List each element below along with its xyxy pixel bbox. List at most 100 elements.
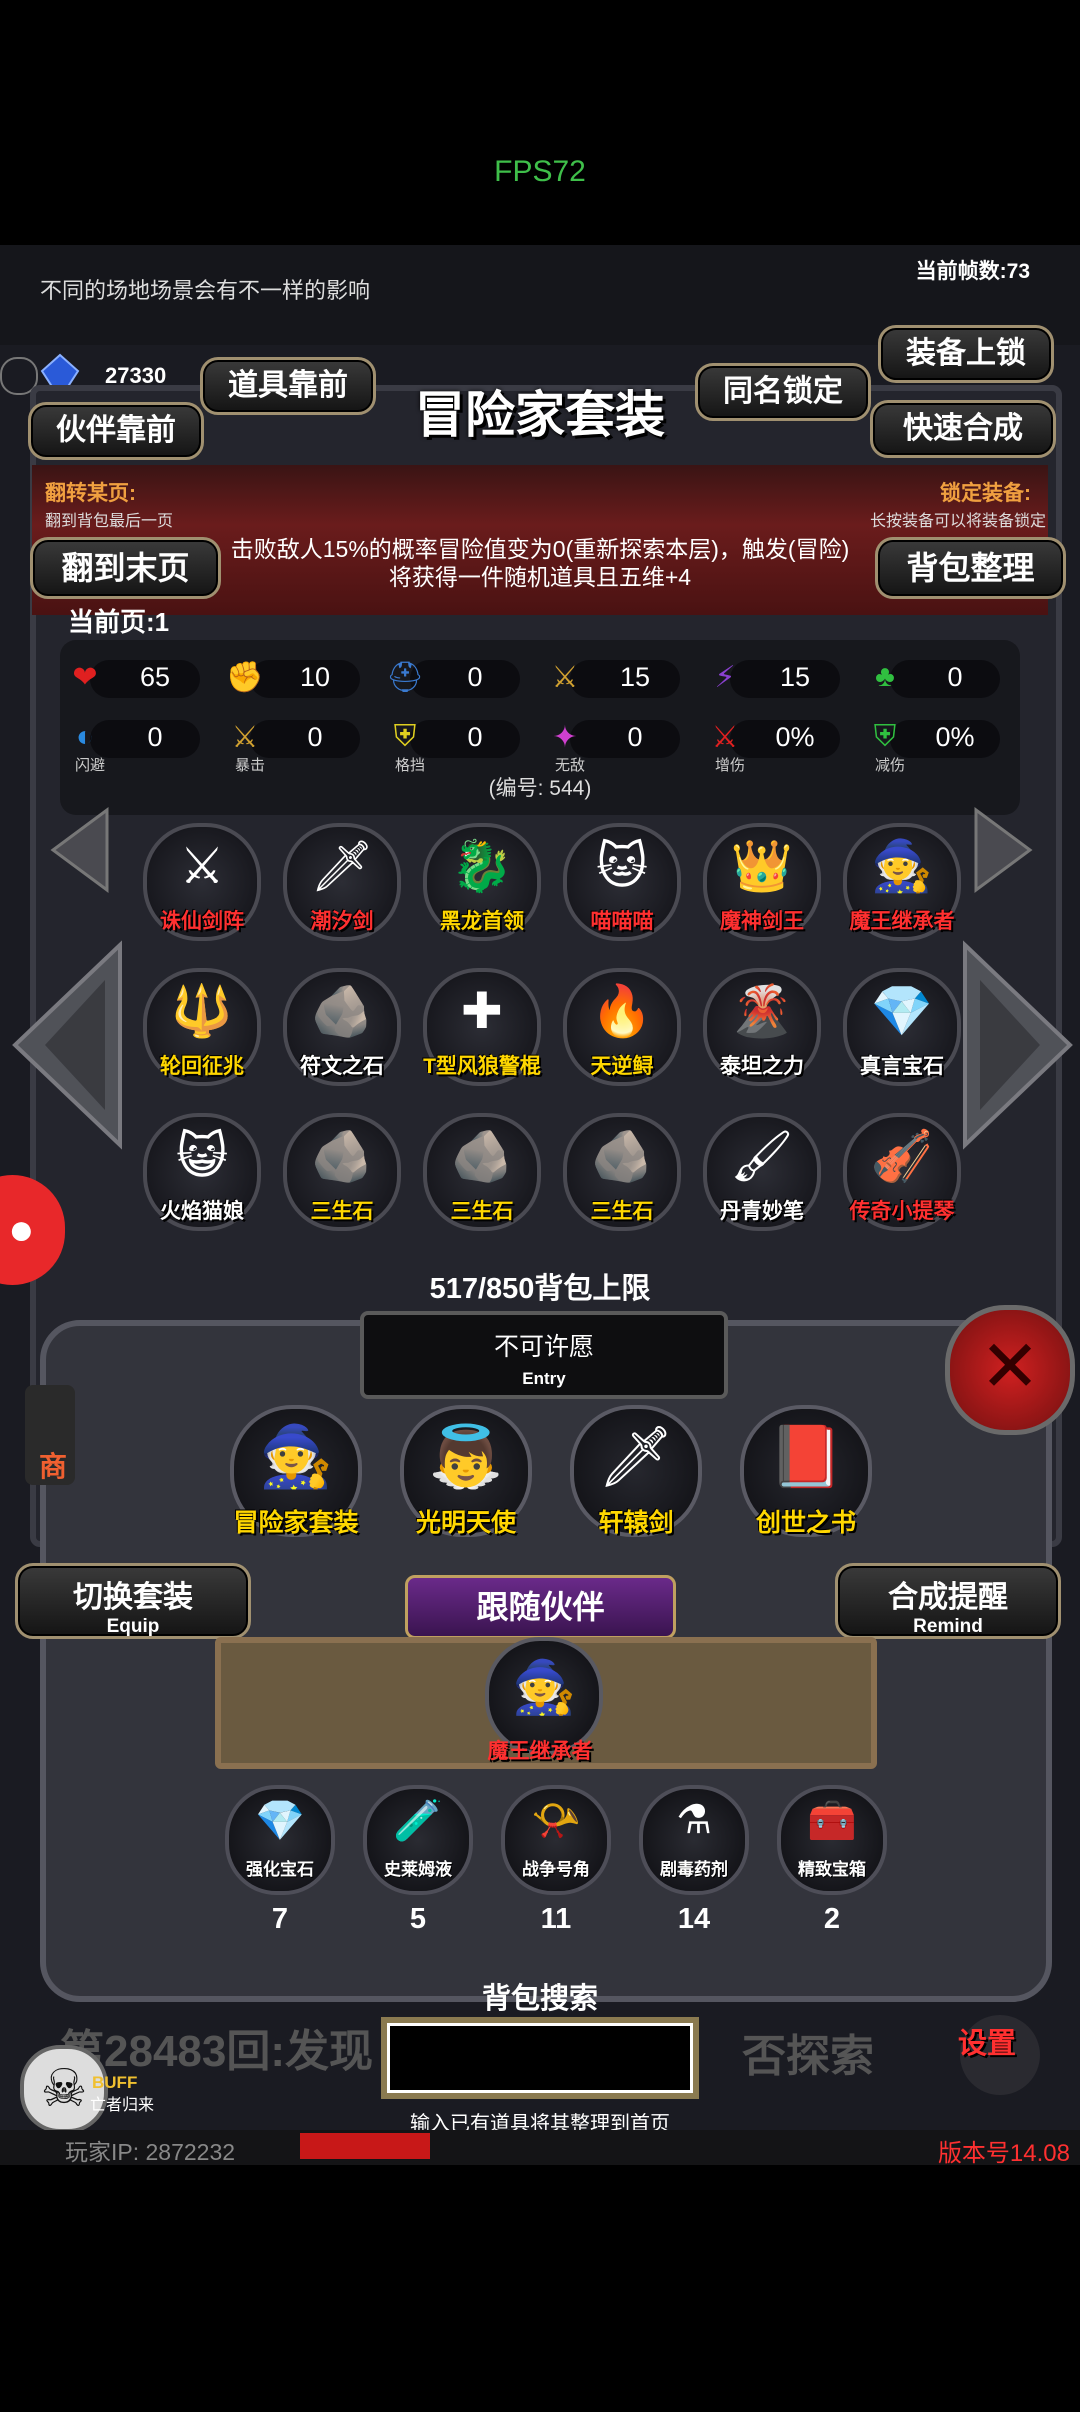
stat-damage-up: ⚔ 0% 增伤 xyxy=(700,712,840,774)
item-icon: ✚ xyxy=(461,983,503,1039)
items-front-button[interactable]: 道具靠前 xyxy=(200,357,376,415)
stat-value: 0 xyxy=(467,722,483,752)
bag-item[interactable]: 🔥 天逆鲟 xyxy=(563,968,681,1086)
item-name: 火焰猫娘 xyxy=(160,1200,244,1223)
lock-equip-hint: 长按装备可以将装备锁定 xyxy=(870,513,1047,530)
stat-value: 15 xyxy=(779,662,811,692)
switch-set-en: Equip xyxy=(106,1616,160,1637)
item-icon: 🎻 xyxy=(870,1128,934,1184)
stat-crit: ⚔ 0 暴击 xyxy=(220,712,360,774)
consumable-name: 战争号角 xyxy=(522,1860,590,1879)
fps-counter: FPS72 xyxy=(494,155,586,188)
equipped-name: 光明天使 xyxy=(415,1509,516,1537)
flip-page-label: 翻转某页: xyxy=(45,482,136,505)
bag-sort-button[interactable]: 背包整理 xyxy=(875,537,1066,599)
wish-text: 不可许愿 xyxy=(493,1333,594,1361)
frame-count: 当前帧数:73 xyxy=(915,260,1030,283)
page-prev-small[interactable] xyxy=(45,805,115,900)
bag-item[interactable]: 🪨 三生石 xyxy=(283,1113,401,1231)
partner-icon: 🧙 xyxy=(511,1659,577,1717)
stat-strength: ✊ 10 xyxy=(220,652,360,702)
stat-sword: ⚔ 15 xyxy=(540,652,680,702)
equipped-icon: 📕 xyxy=(768,1423,844,1490)
consumable-item[interactable]: 🧪 史莱姆液 5 xyxy=(363,1785,473,1935)
equipped-icon: 🗡 xyxy=(597,1423,675,1490)
lock-equip-label: 锁定装备: xyxy=(940,482,1031,505)
bag-item[interactable]: 💎 真言宝石 xyxy=(843,968,961,1086)
page-next-arrow[interactable] xyxy=(960,940,1075,1155)
equipped-item[interactable]: 📕 创世之书 xyxy=(740,1405,872,1537)
bag-item[interactable]: 👑 魔神剑王 xyxy=(703,823,821,941)
shop-side-tab[interactable]: 商 xyxy=(25,1385,75,1485)
bag-item[interactable]: 🪨 三生石 xyxy=(423,1113,541,1231)
search-input[interactable] xyxy=(387,2023,693,2093)
synth-remind-en: Remind xyxy=(913,1616,983,1637)
bag-item[interactable]: 🐱 喵喵喵 xyxy=(563,823,681,941)
equipped-item[interactable]: 🧙 冒险家套装 xyxy=(230,1405,362,1537)
bag-item[interactable]: 🗡 潮汐剑 xyxy=(283,823,401,941)
item-name: 真言宝石 xyxy=(860,1055,944,1078)
bag-item[interactable]: 🪨 三生石 xyxy=(563,1113,681,1231)
item-icon: ⚔ xyxy=(179,838,225,894)
bag-item[interactable]: 🎻 传奇小提琴 xyxy=(843,1113,961,1231)
consumable-item[interactable]: 💎 强化宝石 7 xyxy=(225,1785,335,1935)
consumable-icon: ⚗ xyxy=(676,1798,712,1842)
equipped-item[interactable]: 👼 光明天使 xyxy=(400,1405,532,1537)
consumable-name: 强化宝石 xyxy=(246,1860,314,1879)
item-name: 天逆鲟 xyxy=(590,1055,654,1078)
stat-invincible: ✦ 0 无敌 xyxy=(540,712,680,774)
item-name: 符文之石 xyxy=(300,1055,384,1078)
flip-page-hint: 翻到背包最后一页 xyxy=(45,513,174,530)
consumable-item[interactable]: 🧰 精致宝箱 2 xyxy=(777,1785,887,1935)
bag-item[interactable]: ⚔ 诛仙剑阵 xyxy=(143,823,261,941)
equipped-name: 冒险家套装 xyxy=(233,1509,359,1537)
close-button[interactable]: ✕ xyxy=(945,1305,1075,1435)
equip-lock-button[interactable]: 装备上锁 xyxy=(878,325,1054,383)
quick-synth-button[interactable]: 快速合成 xyxy=(870,400,1056,458)
bag-item[interactable]: 🔱 轮回征兆 xyxy=(143,968,261,1086)
strength-icon: ✊ xyxy=(226,660,264,694)
sword-icon: ⚔ xyxy=(551,660,579,694)
stat-clover: ♣ 0 xyxy=(860,652,1000,702)
item-icon: 🔥 xyxy=(590,983,654,1039)
item-icon: 🐱 xyxy=(595,838,649,894)
equipped-icon: 🧙 xyxy=(258,1423,334,1490)
equipped-item[interactable]: 🗡 轩辕剑 xyxy=(570,1405,702,1537)
shop-label: 商 xyxy=(39,1451,68,1482)
stat-value: 0% xyxy=(775,722,815,752)
bag-item[interactable]: ✚ T型风狼警棍 xyxy=(423,968,541,1086)
settings-label[interactable]: 设置 xyxy=(958,2020,1016,2062)
item-icon: 👑 xyxy=(730,838,794,894)
bag-item[interactable]: 🪨 符文之石 xyxy=(283,968,401,1086)
consumable-item[interactable]: ⚗ 剧毒药剂 14 xyxy=(639,1785,749,1935)
stat-helmet: ⛑ 0 xyxy=(380,652,520,702)
page-next-small[interactable] xyxy=(968,805,1038,900)
bag-item[interactable]: 🐉 黑龙首领 xyxy=(423,823,541,941)
switch-set-button[interactable]: 切换套装 Equip xyxy=(15,1563,251,1639)
partner-front-button[interactable]: 伙伴靠前 xyxy=(28,402,204,460)
same-name-lock-button[interactable]: 同名锁定 xyxy=(695,363,871,421)
last-page-button[interactable]: 翻到末页 xyxy=(30,537,221,599)
bag-item[interactable]: 🌋 泰坦之力 xyxy=(703,968,821,1086)
consumable-icon: 🧰 xyxy=(807,1799,857,1843)
bag-item[interactable]: 🧙 魔王继承者 xyxy=(843,823,961,941)
page-prev-arrow[interactable] xyxy=(10,940,125,1155)
synth-remind-button[interactable]: 合成提醒 Remind xyxy=(835,1563,1061,1639)
consumable-count: 2 xyxy=(823,1903,841,1935)
consumable-item[interactable]: 📯 战争号角 11 xyxy=(501,1785,611,1935)
stat-value: 65 xyxy=(139,662,171,692)
bag-item[interactable]: 🖌 丹青妙笔 xyxy=(703,1113,821,1231)
wish-box[interactable]: 不可许愿 Entry xyxy=(360,1311,728,1399)
item-number: (编号: 544) xyxy=(488,777,592,800)
helmet-icon: ⛑ xyxy=(385,660,425,694)
heart-icon: ❤ xyxy=(72,660,98,694)
follow-partner-button[interactable]: 跟随伙伴 xyxy=(405,1575,676,1639)
stat-value: 0 xyxy=(147,722,163,752)
bag-item[interactable]: 😺 火焰猫娘 xyxy=(143,1113,261,1231)
switch-set-label: 切换套装 xyxy=(73,1581,193,1614)
consumable-name: 精致宝箱 xyxy=(798,1860,866,1879)
player-ip: 玩家IP: 2872232 xyxy=(65,2139,236,2165)
item-icon: 🖌 xyxy=(730,1128,794,1184)
consumable-name: 史莱姆液 xyxy=(384,1860,452,1879)
stat-value: 0 xyxy=(307,722,323,752)
